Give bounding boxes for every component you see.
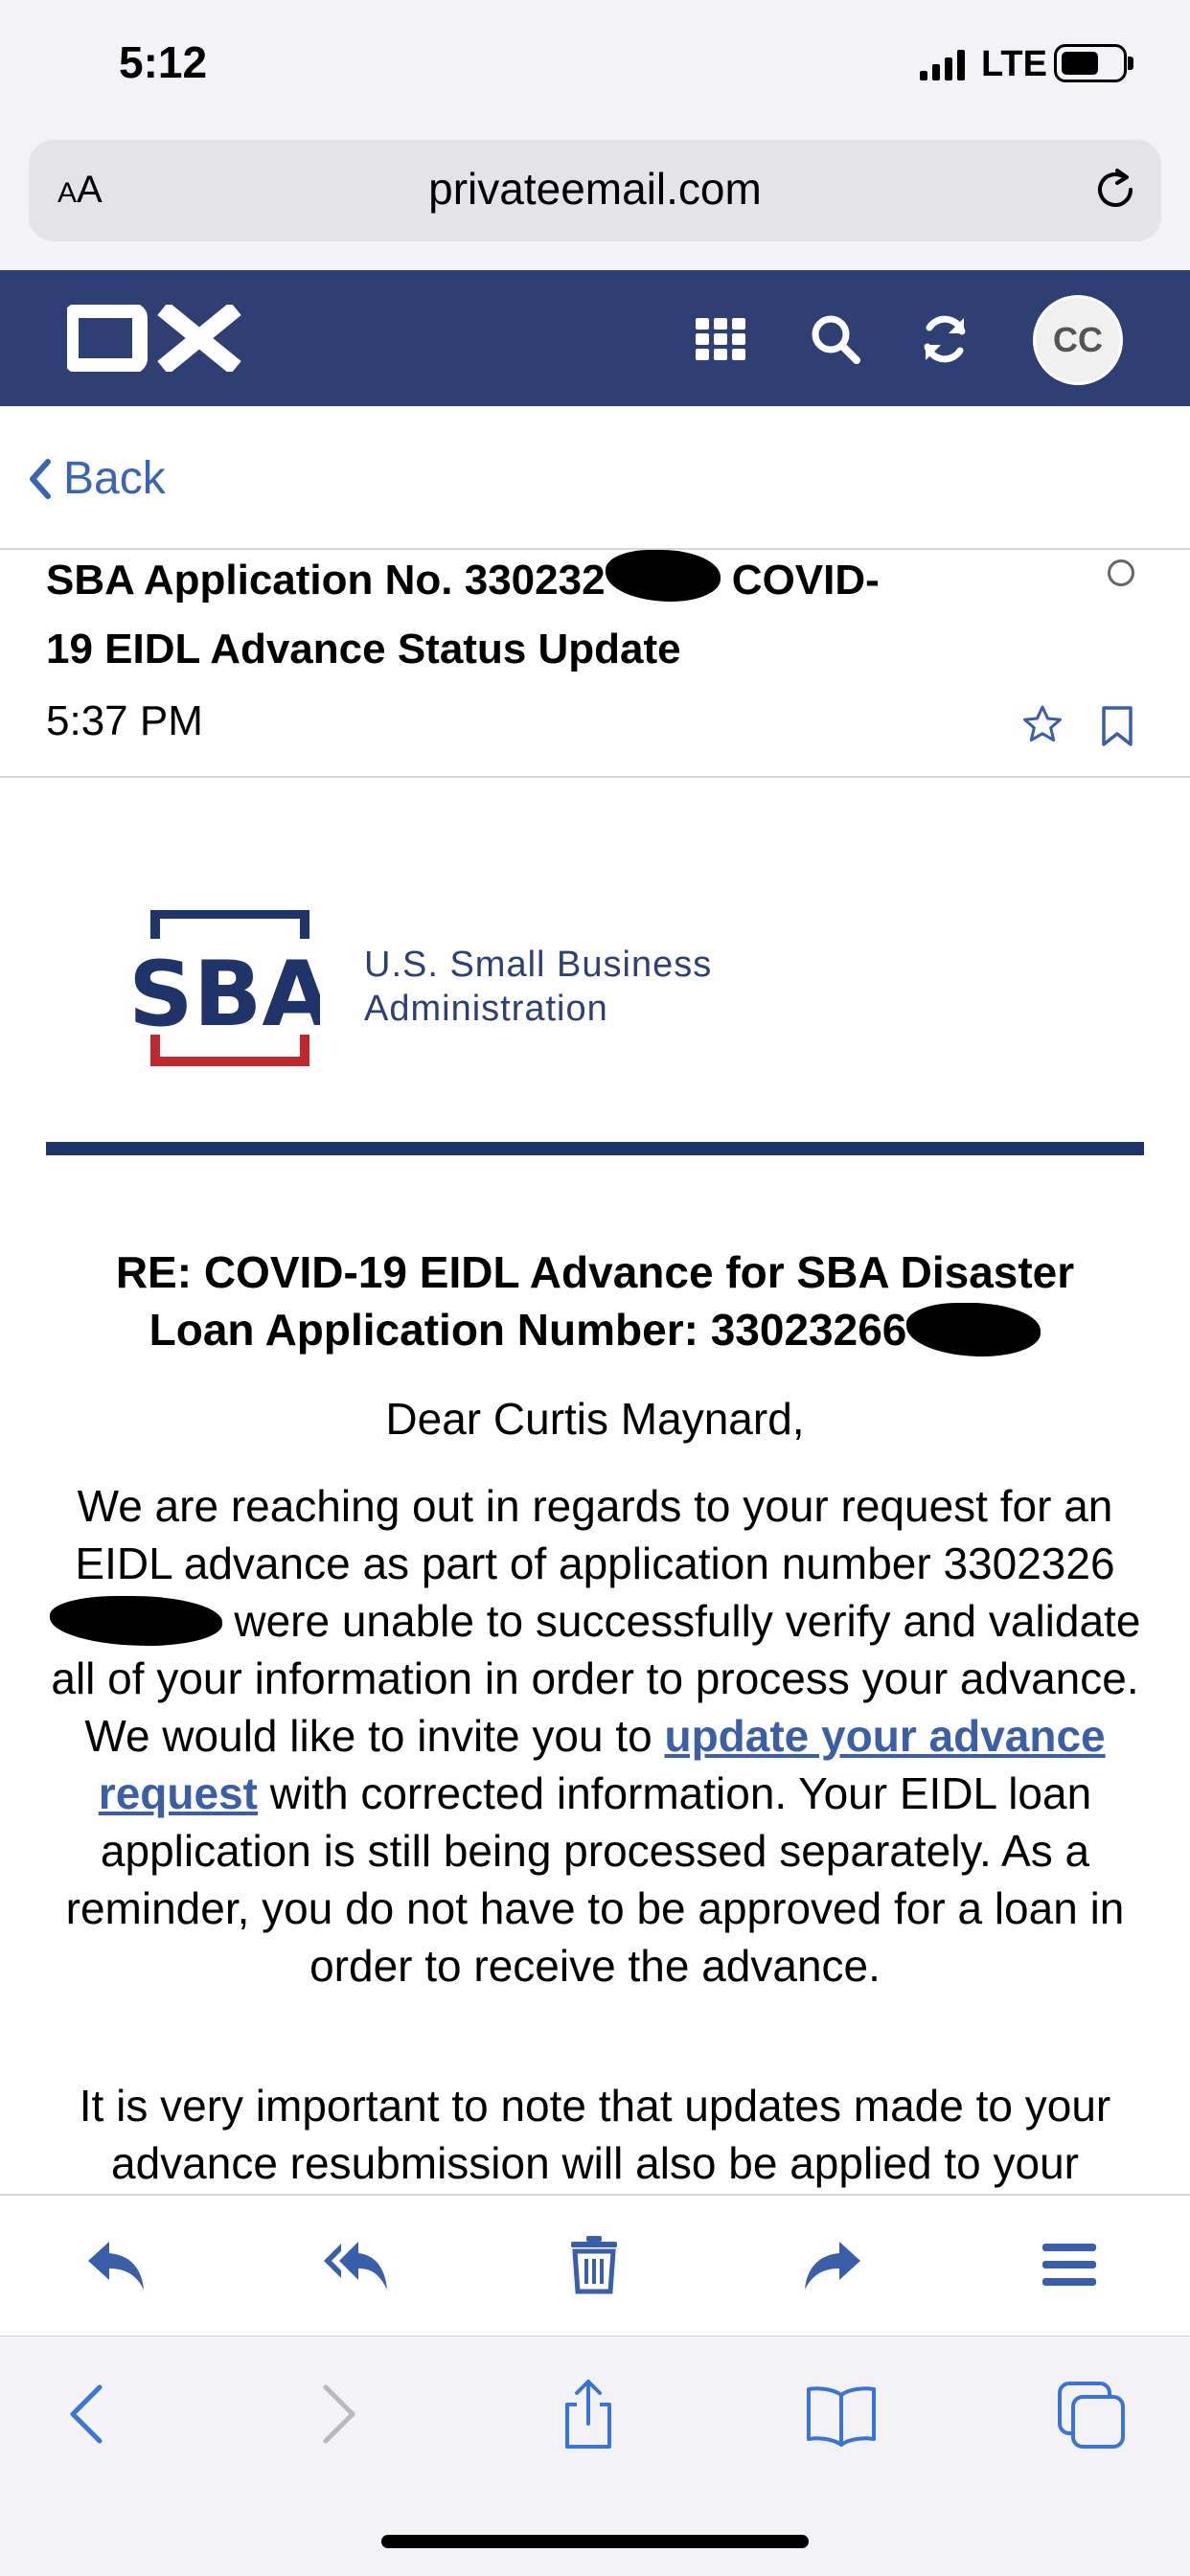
divider	[0, 776, 1190, 778]
svg-text:SBA: SBA	[128, 943, 320, 1047]
email-time: 5:37 PM	[46, 697, 203, 744]
redacted-mark	[605, 550, 721, 602]
network-label: LTE	[981, 44, 1047, 84]
header-rule	[46, 1142, 1144, 1155]
home-indicator[interactable]	[381, 2535, 809, 2548]
sba-logo: SBA	[128, 910, 320, 1066]
reply-icon[interactable]	[80, 2228, 153, 2301]
share-icon[interactable]	[550, 2376, 627, 2452]
star-icon[interactable]	[1021, 703, 1064, 745]
menu-icon[interactable]	[1033, 2228, 1106, 2301]
chevron-left-icon	[30, 458, 51, 499]
tabs-icon[interactable]	[1052, 2376, 1129, 2452]
body-paragraph-2: It is very important to note that update…	[79, 2081, 1111, 2188]
browser-forward-icon[interactable]	[299, 2376, 376, 2452]
back-button[interactable]: Back	[25, 452, 166, 505]
browser-back-icon[interactable]	[50, 2376, 126, 2452]
reply-all-icon[interactable]	[320, 2228, 393, 2301]
trash-icon[interactable]	[558, 2228, 630, 2301]
redacted-mark	[906, 1303, 1041, 1356]
body-paragraph: We are reaching out in regards to your r…	[49, 1481, 1141, 1991]
reload-icon[interactable]	[1088, 163, 1142, 217]
sba-name: U.S. Small Business Administration	[364, 945, 713, 1029]
flag-icon[interactable]	[1100, 705, 1134, 747]
redacted-mark	[49, 1596, 222, 1646]
status-time: 5:12	[119, 37, 208, 87]
email-subject: SBA Application No. 330232 COVID- 19 EID…	[46, 546, 1023, 684]
re-heading: RE: COVID-19 EIDL Advance for SBA Disast…	[115, 1247, 1075, 1356]
signal-icon	[920, 50, 965, 80]
apps-grid-icon[interactable]	[690, 308, 751, 370]
back-label: Back	[63, 453, 166, 504]
refresh-icon[interactable]	[914, 308, 975, 370]
url-text[interactable]: privateemail.com	[0, 163, 1190, 215]
battery-icon	[1054, 44, 1133, 82]
bookmarks-icon[interactable]	[803, 2376, 880, 2452]
ox-logo[interactable]	[67, 305, 241, 372]
greeting: Dear Curtis Maynard,	[385, 1394, 805, 1444]
forward-icon[interactable]	[795, 2228, 868, 2301]
search-icon[interactable]	[805, 308, 866, 370]
unread-toggle[interactable]	[1108, 559, 1134, 586]
user-avatar[interactable]: CC	[1033, 295, 1123, 385]
